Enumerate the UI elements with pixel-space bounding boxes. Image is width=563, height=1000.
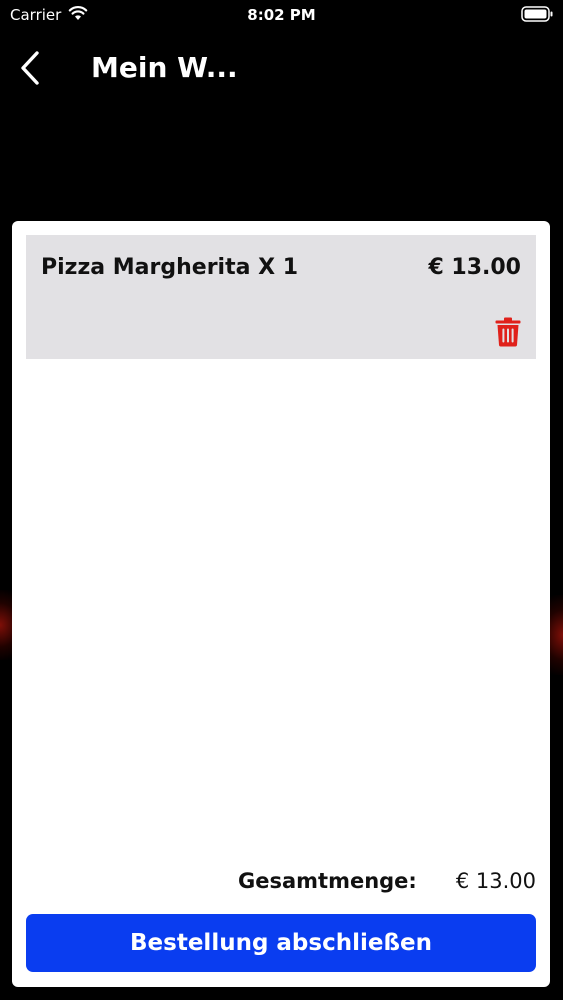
total-label: Gesamtmenge: bbox=[238, 869, 417, 893]
battery-icon bbox=[521, 6, 553, 22]
total-value: € 13.00 bbox=[455, 869, 536, 893]
status-bar: Carrier 8:02 PM bbox=[0, 0, 563, 30]
page-title: Mein W... bbox=[91, 51, 238, 84]
checkout-button[interactable]: Bestellung abschließen bbox=[26, 914, 536, 972]
status-time: 8:02 PM bbox=[247, 6, 316, 24]
screen: Carrier 8:02 PM Mein W... Pizza Margheri… bbox=[0, 0, 563, 1000]
cart-item: Pizza Margherita X 1 € 13.00 bbox=[26, 235, 536, 359]
cart-card: Pizza Margherita X 1 € 13.00 Gesamtmenge… bbox=[12, 221, 550, 987]
cart-item-price: € 13.00 bbox=[428, 255, 521, 280]
trash-icon[interactable] bbox=[495, 317, 521, 347]
cart-item-name: Pizza Margherita X 1 bbox=[41, 255, 299, 280]
back-chevron-icon[interactable] bbox=[18, 50, 44, 86]
